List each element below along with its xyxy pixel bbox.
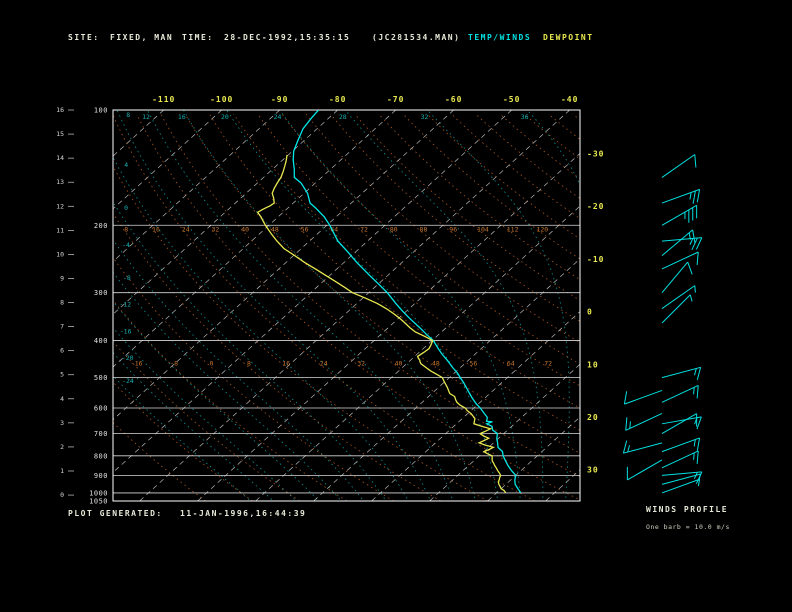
svg-text:8: 8 xyxy=(247,359,251,367)
svg-text:24: 24 xyxy=(274,113,282,121)
winds-profile-title: WINDS PROFILE xyxy=(646,505,729,514)
svg-text:2: 2 xyxy=(60,443,64,451)
svg-text:96: 96 xyxy=(449,225,457,233)
svg-text:24: 24 xyxy=(182,225,190,233)
svg-text:4: 4 xyxy=(124,161,128,169)
svg-text:-40: -40 xyxy=(561,95,578,104)
wind-barbs xyxy=(622,154,703,494)
svg-text:40: 40 xyxy=(395,359,403,367)
axis-labels: 1002003004005006007008009001000105001234… xyxy=(56,95,604,506)
svg-text:32: 32 xyxy=(421,113,429,121)
svg-text:-24: -24 xyxy=(122,377,134,385)
svg-text:1000: 1000 xyxy=(89,489,108,497)
svg-text:0: 0 xyxy=(60,491,64,499)
svg-text:300: 300 xyxy=(94,289,108,297)
winds-barb-legend: One barb = 10.0 m/s xyxy=(646,523,730,531)
svg-text:40: 40 xyxy=(241,225,249,233)
svg-text:1: 1 xyxy=(60,467,64,475)
svg-text:80: 80 xyxy=(390,225,398,233)
svg-text:-8: -8 xyxy=(170,359,178,367)
skewt-chart: -16 -8 08816162424323240404848565664647272… xyxy=(56,95,703,506)
svg-text:9: 9 xyxy=(60,274,64,282)
svg-text:20: 20 xyxy=(587,413,599,422)
svg-text:6: 6 xyxy=(60,347,64,355)
svg-text:8: 8 xyxy=(60,299,64,307)
svg-text:100: 100 xyxy=(94,107,108,115)
svg-text:72: 72 xyxy=(544,359,552,367)
svg-text:13: 13 xyxy=(56,178,64,186)
svg-text:16: 16 xyxy=(56,106,64,114)
svg-text:-80: -80 xyxy=(329,95,346,104)
svg-text:1050: 1050 xyxy=(89,498,108,506)
svg-text:32: 32 xyxy=(357,359,365,367)
svg-text:28: 28 xyxy=(339,113,347,121)
svg-text:10: 10 xyxy=(587,360,599,369)
svg-text:14: 14 xyxy=(56,154,64,162)
svg-text:56: 56 xyxy=(301,225,309,233)
adiabat-labels: -16 -8 08816162424323240404848565664647272… xyxy=(119,111,552,385)
svg-text:8: 8 xyxy=(124,225,128,233)
svg-text:24: 24 xyxy=(320,359,328,367)
svg-text:-12: -12 xyxy=(119,301,131,309)
svg-text:600: 600 xyxy=(94,404,108,412)
svg-text:-30: -30 xyxy=(587,149,604,158)
svg-text:-110: -110 xyxy=(152,95,175,104)
trace-temperature xyxy=(292,110,522,494)
plot-generated-value: 11-JAN-1996,16:44:39 xyxy=(180,509,307,518)
svg-text:48: 48 xyxy=(271,225,279,233)
svg-text:700: 700 xyxy=(94,430,108,438)
svg-text:12: 12 xyxy=(142,113,150,121)
svg-text:56: 56 xyxy=(469,359,477,367)
svg-text:0: 0 xyxy=(587,308,593,317)
svg-text:800: 800 xyxy=(94,452,108,460)
svg-text:200: 200 xyxy=(94,222,108,230)
svg-text:112: 112 xyxy=(507,225,519,233)
sounding-traces xyxy=(256,110,522,494)
svg-text:0: 0 xyxy=(210,359,214,367)
svg-text:12: 12 xyxy=(56,202,64,210)
svg-text:32: 32 xyxy=(212,225,220,233)
svg-text:15: 15 xyxy=(56,130,64,138)
svg-text:3: 3 xyxy=(60,419,64,427)
svg-text:48: 48 xyxy=(432,359,440,367)
svg-text:0: 0 xyxy=(124,204,128,212)
svg-text:30: 30 xyxy=(587,466,599,475)
svg-text:104: 104 xyxy=(477,225,489,233)
svg-text:-70: -70 xyxy=(387,95,404,104)
svg-text:16: 16 xyxy=(152,225,160,233)
svg-text:64: 64 xyxy=(507,359,515,367)
svg-text:-16: -16 xyxy=(120,327,132,335)
svg-text:-20: -20 xyxy=(587,202,604,211)
svg-text:7: 7 xyxy=(60,323,64,331)
svg-text:20: 20 xyxy=(221,113,229,121)
svg-text:-4: -4 xyxy=(122,241,130,249)
svg-text:8: 8 xyxy=(126,111,130,119)
plot-generated-label: PLOT GENERATED: xyxy=(68,509,163,518)
svg-text:16: 16 xyxy=(178,113,186,121)
svg-text:4: 4 xyxy=(60,395,64,403)
svg-text:88: 88 xyxy=(420,225,428,233)
svg-text:-20: -20 xyxy=(122,354,134,362)
svg-text:5: 5 xyxy=(60,371,64,379)
svg-text:-50: -50 xyxy=(503,95,520,104)
svg-text:120: 120 xyxy=(536,225,548,233)
svg-text:500: 500 xyxy=(94,374,108,382)
svg-text:400: 400 xyxy=(94,337,108,345)
svg-text:72: 72 xyxy=(360,225,368,233)
svg-text:-60: -60 xyxy=(445,95,462,104)
svg-text:36: 36 xyxy=(521,113,529,121)
svg-text:-8: -8 xyxy=(123,274,131,282)
svg-text:-10: -10 xyxy=(587,255,604,264)
svg-text:900: 900 xyxy=(94,472,108,480)
svg-text:-100: -100 xyxy=(210,95,233,104)
svg-text:16: 16 xyxy=(282,359,290,367)
svg-text:-90: -90 xyxy=(271,95,288,104)
svg-text:10: 10 xyxy=(56,250,64,258)
svg-text:11: 11 xyxy=(56,226,64,234)
trace-dewpoint xyxy=(256,154,507,494)
